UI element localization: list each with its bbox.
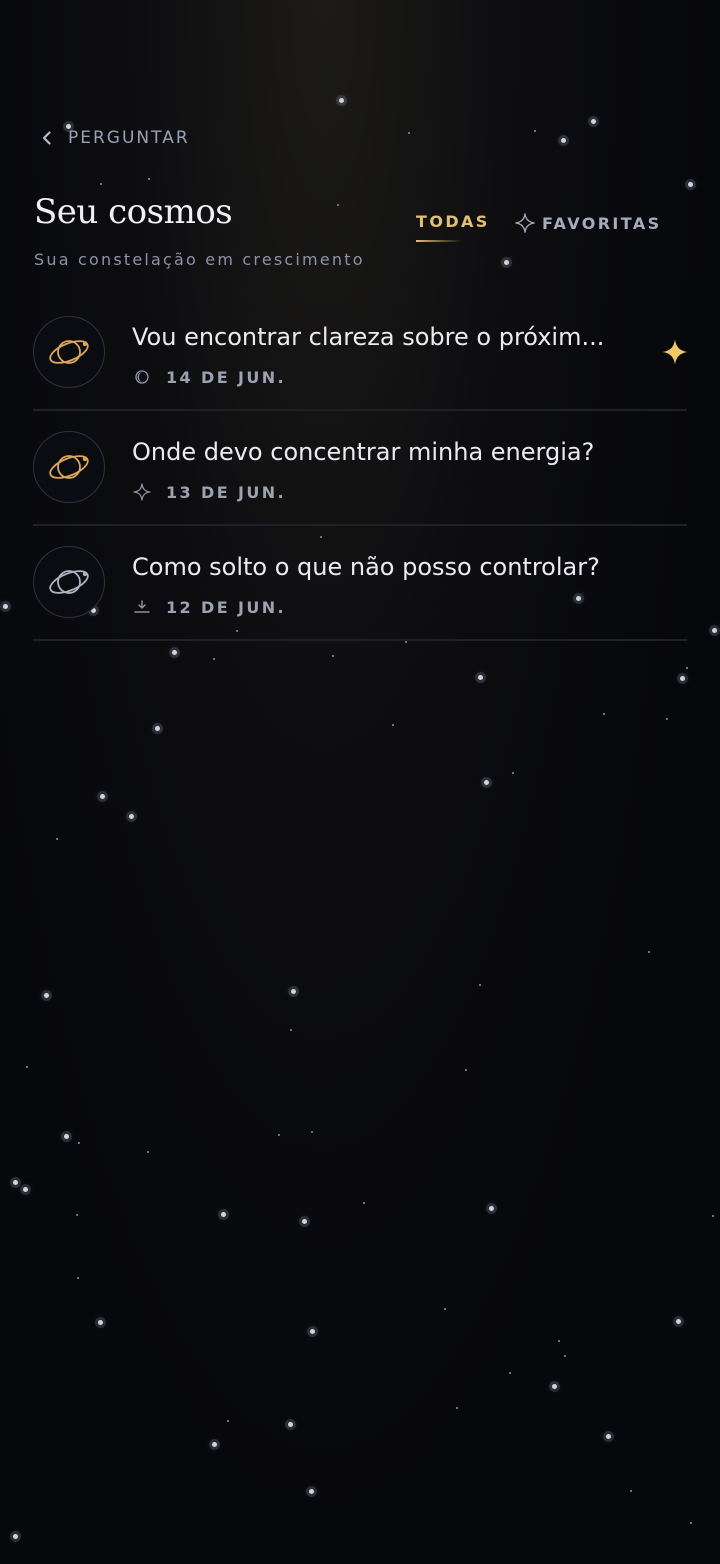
tab-favorites[interactable]: FAVORITAS xyxy=(514,212,662,234)
avatar xyxy=(33,316,105,388)
question-text: Onde devo concentrar minha energia? xyxy=(132,438,595,466)
entry-meta: 13 DE JUN. xyxy=(132,482,286,502)
sparkle-icon xyxy=(133,483,151,501)
question-text: Vou encontrar clareza sobre o próxim... xyxy=(132,323,605,351)
page-title: Seu cosmos xyxy=(34,192,233,232)
back-button[interactable]: PERGUNTAR xyxy=(38,124,190,152)
list-item[interactable]: Como solto o que não posso controlar? 12… xyxy=(33,526,687,641)
chevron-left-icon xyxy=(42,131,51,145)
planet-icon xyxy=(49,455,89,479)
entry-date: 13 DE JUN. xyxy=(166,482,287,502)
list-item[interactable]: Vou encontrar clareza sobre o próxim... … xyxy=(33,296,689,411)
page-subtitle: Sua constelação em crescimento xyxy=(34,250,365,269)
sparkle-outline-icon xyxy=(515,213,535,233)
starfield-background xyxy=(0,0,720,1564)
moon-phase-icon xyxy=(135,370,149,384)
list-item[interactable]: Onde devo concentrar minha energia? 13 D… xyxy=(33,411,687,526)
tab-favorites-label: FAVORITAS xyxy=(542,213,662,233)
entry-meta: 14 DE JUN. xyxy=(132,367,286,387)
tab-all[interactable]: TODAS xyxy=(416,212,490,242)
entry-date: 14 DE JUN. xyxy=(166,367,287,387)
favorite-star-icon[interactable] xyxy=(661,338,689,366)
tab-all-label: TODAS xyxy=(416,212,490,231)
question-text: Como solto o que não posso controlar? xyxy=(132,553,600,581)
active-tab-indicator xyxy=(416,240,462,242)
entry-meta: 12 DE JUN. xyxy=(132,597,286,617)
planet-icon xyxy=(49,340,89,364)
avatar xyxy=(33,431,105,503)
back-label: PERGUNTAR xyxy=(68,128,190,148)
planet-icon xyxy=(49,570,89,594)
sunrise-icon xyxy=(134,600,150,613)
question-list: Vou encontrar clareza sobre o próxim... … xyxy=(33,296,689,641)
entry-date: 12 DE JUN. xyxy=(166,597,287,617)
avatar xyxy=(33,546,105,618)
